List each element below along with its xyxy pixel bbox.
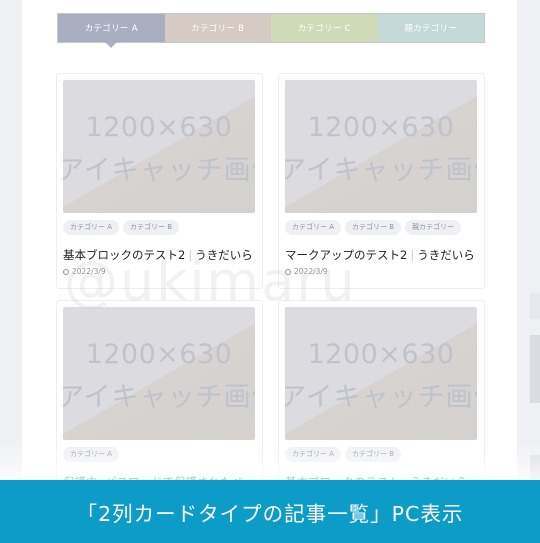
post-title-link[interactable]: マークアップのテスト2 | うきだいら — [285, 247, 479, 263]
caption-banner: 「2列カードタイプの記事一覧」PC表示 — [0, 480, 540, 543]
post-title: 基本ブロックのテスト2 — [63, 248, 186, 262]
thumbnail-size-text: 1200×630 — [85, 112, 233, 143]
side-strip — [530, 455, 540, 479]
category-chip[interactable]: 親カテゴリー — [405, 220, 462, 235]
post-author: うきだいら — [195, 248, 253, 262]
category-chips: カテゴリー A — [63, 447, 120, 462]
tab-category-a[interactable]: カテゴリー A — [58, 14, 165, 48]
post-date-text: 2022/3/9 — [72, 267, 106, 276]
clock-icon — [285, 268, 291, 275]
thumbnail-image[interactable]: 1200×630 アイキャッチ画像 — [63, 307, 255, 440]
caption-text: 「2列カードタイプの記事一覧」PC表示 — [76, 501, 464, 526]
clock-icon — [63, 268, 69, 275]
post-date: 2022/3/9 — [63, 267, 106, 276]
thumbnail-size-text: 1200×630 — [307, 112, 455, 143]
active-tab-indicator — [105, 42, 118, 48]
category-chips: カテゴリー A カテゴリー B — [285, 447, 402, 462]
post-card[interactable]: 1200×630 アイキャッチ画像 カテゴリー A カテゴリー B 基本ブロック… — [56, 73, 263, 289]
thumbnail-size-text: 1200×630 — [307, 339, 455, 370]
thumbnail-image[interactable]: 1200×630 アイキャッチ画像 — [285, 80, 477, 213]
category-chip[interactable]: カテゴリー B — [345, 220, 402, 235]
category-chip[interactable]: カテゴリー A — [285, 447, 342, 462]
category-chip[interactable]: カテゴリー B — [123, 220, 180, 235]
thumbnail-caption-text: アイキャッチ画像 — [63, 382, 255, 413]
category-chip[interactable]: カテゴリー A — [63, 220, 120, 235]
category-chips: カテゴリー A カテゴリー B 親カテゴリー — [285, 220, 462, 235]
thumbnail-image[interactable]: 1200×630 アイキャッチ画像 — [285, 307, 477, 440]
tab-category-b[interactable]: カテゴリー B — [164, 14, 271, 42]
title-separator: | — [410, 248, 415, 262]
category-chips: カテゴリー A カテゴリー B — [63, 220, 180, 235]
tab-category-c[interactable]: カテゴリー C — [271, 14, 378, 42]
post-author: うきだいら — [417, 248, 475, 262]
tab-label: カテゴリー C — [297, 24, 351, 34]
side-strip — [530, 335, 540, 403]
tab-label: カテゴリー A — [84, 24, 138, 34]
tab-label: カテゴリー B — [191, 24, 245, 34]
post-title-link[interactable]: 基本ブロックのテスト2 | うきだいら — [63, 247, 257, 263]
thumbnail-caption-text: アイキャッチ画像 — [285, 155, 477, 186]
title-separator: | — [188, 248, 193, 262]
thumbnail-caption-text: アイキャッチ画像 — [285, 382, 477, 413]
category-chip[interactable]: カテゴリー A — [285, 220, 342, 235]
tab-label: 親カテゴリー — [404, 24, 458, 34]
category-chip[interactable]: カテゴリー A — [63, 447, 120, 462]
side-strip — [530, 293, 540, 319]
category-chip[interactable]: カテゴリー B — [345, 447, 402, 462]
post-title: マークアップのテスト2 — [285, 248, 408, 262]
thumbnail-image[interactable]: 1200×630 アイキャッチ画像 — [63, 80, 255, 213]
tab-parent-category[interactable]: 親カテゴリー — [377, 14, 484, 42]
post-card[interactable]: 1200×630 アイキャッチ画像 カテゴリー A カテゴリー B 親カテゴリー… — [278, 73, 485, 289]
thumbnail-caption-text: アイキャッチ画像 — [63, 155, 255, 186]
thumbnail-size-text: 1200×630 — [85, 339, 233, 370]
category-tabs: カテゴリー A カテゴリー B カテゴリー C 親カテゴリー — [57, 13, 485, 48]
post-date-text: 2022/3/9 — [294, 267, 328, 276]
post-date: 2022/3/9 — [285, 267, 328, 276]
